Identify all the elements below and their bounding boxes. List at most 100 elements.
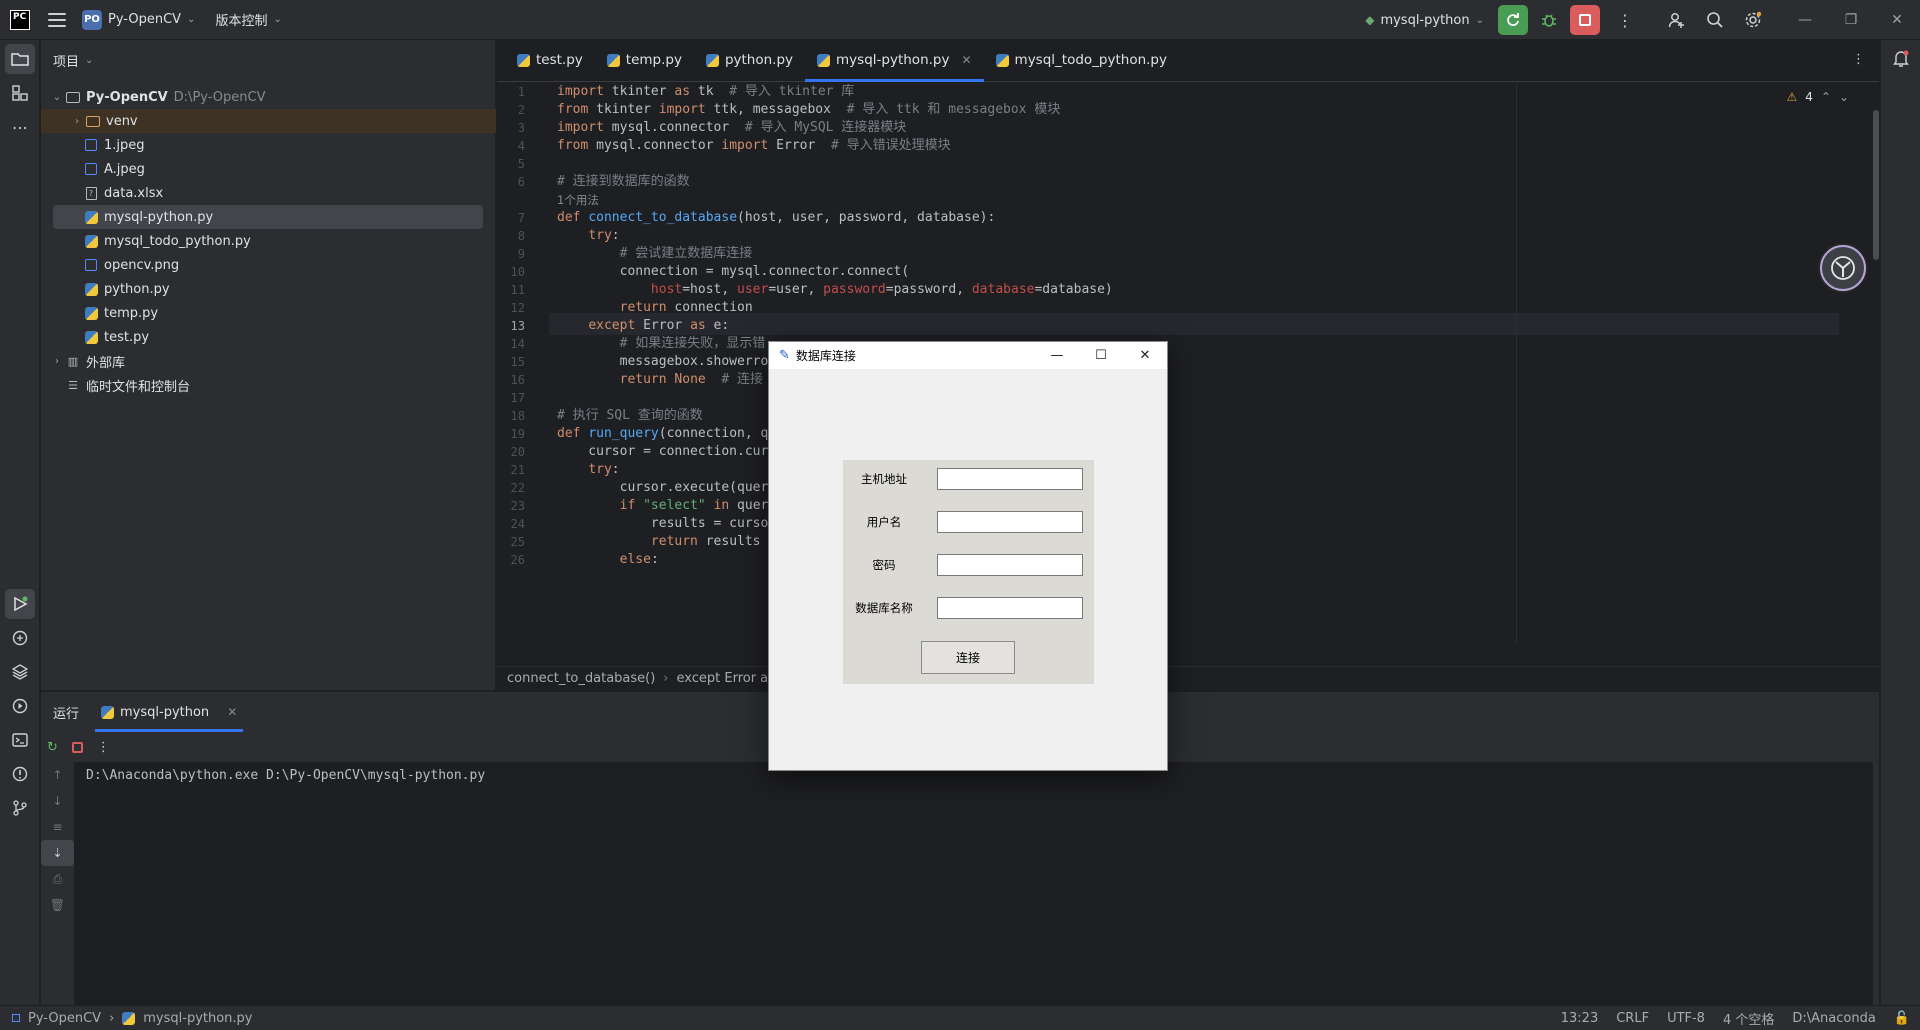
print-icon[interactable]: ⎙ bbox=[41, 866, 74, 892]
more-vertical-icon[interactable]: ⋮ bbox=[1852, 52, 1865, 67]
line-number: 7 bbox=[517, 211, 525, 225]
root-path: D:\Py-OpenCV bbox=[173, 89, 266, 105]
editor-scrollbar[interactable] bbox=[1873, 110, 1879, 260]
python-packages-icon[interactable] bbox=[5, 657, 35, 687]
run-tool-icon[interactable] bbox=[5, 589, 35, 619]
tab-mysql-python-py[interactable]: mysql-python.py ✕ bbox=[805, 39, 984, 82]
line-separator[interactable]: CRLF bbox=[1616, 1011, 1649, 1026]
chevron-down-icon[interactable]: ⌄ bbox=[49, 92, 65, 103]
chevron-right-icon[interactable]: › bbox=[69, 116, 85, 127]
run-tab-mysql-python[interactable]: mysql-python ✕ bbox=[95, 692, 244, 732]
dialog-close-button[interactable]: ✕ bbox=[1123, 342, 1167, 369]
scroll-up-icon[interactable]: ↑ bbox=[41, 762, 74, 788]
problems-icon[interactable] bbox=[5, 759, 35, 789]
services-icon[interactable] bbox=[5, 691, 35, 721]
dialog-title-bar[interactable]: ✎ 数据库连接 — ☐ ✕ bbox=[769, 342, 1167, 369]
python-interpreter[interactable]: D:\Anaconda bbox=[1792, 1011, 1875, 1026]
more-vertical-icon[interactable]: ⋮ bbox=[1610, 5, 1640, 35]
console-line: D:\Anaconda\python.exe D:\Py-OpenCV\mysq… bbox=[86, 768, 486, 783]
tree-item-mysql-python[interactable]: mysql-python.py bbox=[53, 205, 483, 229]
tab-test-py[interactable]: test.py bbox=[505, 39, 595, 81]
tree-item-label: temp.py bbox=[104, 305, 159, 321]
close-tab-icon[interactable]: ✕ bbox=[961, 53, 971, 67]
breadcrumb-item[interactable]: connect_to_database() bbox=[507, 671, 655, 686]
debug-button[interactable] bbox=[1534, 5, 1564, 35]
project-panel-header[interactable]: 项目 ⌄ bbox=[41, 40, 495, 80]
tree-item-mysql-todo-python[interactable]: mysql_todo_python.py bbox=[83, 229, 483, 253]
console-output-area[interactable]: D:\Anaconda\python.exe D:\Py-OpenCV\mysq… bbox=[74, 762, 1873, 1005]
search-icon[interactable] bbox=[1700, 5, 1730, 35]
right-margin-guide bbox=[1516, 83, 1517, 643]
minimize-window-button[interactable]: — bbox=[1782, 0, 1828, 40]
tab-temp-py[interactable]: temp.py bbox=[595, 39, 694, 81]
rerun-icon bbox=[1507, 13, 1519, 26]
scroll-to-end-icon[interactable]: ⇣ bbox=[41, 840, 74, 866]
dialog-minimize-button[interactable]: — bbox=[1035, 342, 1079, 369]
ai-assistant-icon[interactable] bbox=[1820, 245, 1866, 291]
add-user-icon[interactable] bbox=[1662, 5, 1692, 35]
line-number: 10 bbox=[510, 265, 525, 279]
tree-external-libraries[interactable]: › ▥ 外部库 bbox=[49, 349, 479, 373]
vcs-menu[interactable]: 版本控制 ⌄ bbox=[215, 10, 281, 29]
tree-item-a-jpeg[interactable]: A.jpeg bbox=[83, 157, 483, 181]
project-folder-icon[interactable] bbox=[5, 44, 35, 74]
python-console-icon[interactable] bbox=[5, 623, 35, 653]
main-menu-icon[interactable] bbox=[48, 12, 66, 27]
stop-button[interactable] bbox=[1570, 5, 1600, 35]
tree-item-temp-py[interactable]: temp.py bbox=[83, 301, 483, 325]
rerun-button[interactable] bbox=[1498, 5, 1528, 35]
structure-icon[interactable] bbox=[5, 78, 35, 108]
soft-wrap-icon[interactable]: ≡ bbox=[41, 814, 74, 840]
status-file[interactable]: mysql-python.py bbox=[143, 1011, 252, 1026]
git-branch-icon[interactable] bbox=[5, 793, 35, 823]
password-label: 密码 bbox=[872, 558, 896, 572]
lock-icon[interactable]: 🔓 bbox=[1894, 1011, 1910, 1026]
close-window-button[interactable]: ✕ bbox=[1874, 0, 1920, 40]
more-tools-icon[interactable]: ⋯ bbox=[5, 112, 35, 142]
status-project[interactable]: Py-OpenCV bbox=[28, 1011, 101, 1026]
run-config-selector[interactable]: ◆ mysql-python ⌄ bbox=[1365, 13, 1484, 28]
tree-item-opencv-png[interactable]: opencv.png bbox=[83, 253, 483, 277]
connect-button[interactable]: 连接 bbox=[921, 641, 1015, 674]
code-area[interactable]: import tkinter as tk # 导入 tkinter 库 from… bbox=[549, 83, 1839, 643]
indent-setting[interactable]: 4 个空格 bbox=[1723, 1009, 1774, 1028]
chevron-up-icon[interactable]: ⌃ bbox=[1821, 90, 1831, 104]
close-tab-icon[interactable]: ✕ bbox=[227, 705, 237, 719]
settings-gear-icon[interactable] bbox=[1738, 5, 1768, 35]
tree-root[interactable]: ⌄ Py-OpenCV D:\Py-OpenCV bbox=[49, 85, 479, 109]
user-input[interactable] bbox=[937, 511, 1083, 533]
pycharm-logo-icon: PC bbox=[10, 9, 30, 30]
scroll-down-icon[interactable]: ↓ bbox=[41, 788, 74, 814]
password-input[interactable] bbox=[937, 554, 1083, 576]
editor: test.py temp.py python.py mysql-python.p… bbox=[497, 40, 1879, 690]
status-bar: Py-OpenCV › mysql-python.py 13:23 CRLF U… bbox=[0, 1005, 1920, 1030]
host-input[interactable] bbox=[937, 468, 1083, 490]
tree-item-data-xlsx[interactable]: ? data.xlsx bbox=[83, 181, 483, 205]
rerun-icon[interactable]: ↻ bbox=[47, 740, 58, 755]
database-input[interactable] bbox=[937, 597, 1083, 619]
tab-python-py[interactable]: python.py bbox=[694, 39, 805, 81]
more-vertical-icon[interactable]: ⋮ bbox=[97, 740, 110, 755]
restore-window-button[interactable]: ❐ bbox=[1828, 0, 1874, 40]
tab-mysql-todo-python-py[interactable]: mysql_todo_python.py bbox=[984, 39, 1179, 81]
inspection-widget[interactable]: ⚠ 4 ⌃ ⌄ bbox=[1786, 90, 1849, 104]
line-number: 19 bbox=[510, 427, 525, 441]
dialog-maximize-button[interactable]: ☐ bbox=[1079, 342, 1123, 369]
notifications-bell-icon[interactable] bbox=[1886, 44, 1916, 74]
tree-item-test-py[interactable]: test.py bbox=[83, 325, 483, 349]
line-number: 21 bbox=[510, 463, 525, 477]
file-encoding[interactable]: UTF-8 bbox=[1667, 1011, 1705, 1026]
caret-position[interactable]: 13:23 bbox=[1561, 1011, 1598, 1026]
root-name: Py-OpenCV bbox=[86, 89, 168, 105]
chevron-down-icon[interactable]: ⌄ bbox=[1839, 90, 1849, 104]
terminal-icon[interactable] bbox=[5, 725, 35, 755]
tree-scratches[interactable]: ☰ 临时文件和控制台 bbox=[65, 373, 495, 397]
tree-item-venv[interactable]: › venv bbox=[41, 109, 496, 133]
stop-icon[interactable] bbox=[71, 741, 83, 753]
tree-item-python-py[interactable]: python.py bbox=[83, 277, 483, 301]
clear-trash-icon[interactable]: 🗑 bbox=[41, 892, 74, 918]
tree-item-1-jpeg[interactable]: 1.jpeg bbox=[83, 133, 483, 157]
project-selector[interactable]: PO Py-OpenCV ⌄ bbox=[82, 9, 195, 30]
chevron-right-icon[interactable]: › bbox=[49, 356, 65, 367]
tk-feather-icon: ✎ bbox=[779, 348, 790, 363]
